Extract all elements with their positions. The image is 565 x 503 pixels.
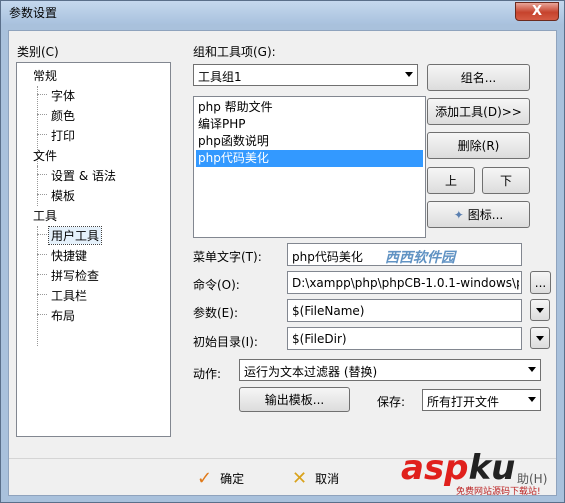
- args-input[interactable]: $(FileName): [287, 299, 522, 322]
- checkmark-icon: ✓: [197, 468, 213, 489]
- cancel-button[interactable]: ✕ 取消: [292, 468, 339, 489]
- tree-line: [37, 166, 38, 206]
- save-select[interactable]: 所有打开文件: [422, 389, 541, 411]
- wrench-icon: ✦: [453, 207, 464, 222]
- ok-button[interactable]: ✓ 确定: [197, 468, 244, 489]
- tree-item-shortcuts[interactable]: 快捷键: [49, 247, 89, 264]
- close-icon: X: [531, 4, 543, 19]
- tree-item-template[interactable]: 模板: [49, 187, 77, 204]
- group-name-button[interactable]: 组名...: [427, 64, 530, 91]
- list-item[interactable]: php 帮助文件: [196, 99, 423, 116]
- list-item[interactable]: php函数说明: [196, 133, 423, 150]
- watermark-aspku: aspku: [401, 449, 515, 487]
- action-select[interactable]: 运行为文本过滤器 (替换): [239, 359, 541, 381]
- icon-button-label: 图标...: [467, 208, 504, 222]
- close-button[interactable]: X: [515, 2, 559, 21]
- tree-line: [37, 294, 47, 295]
- ok-label: 确定: [220, 472, 245, 486]
- toolgroup-selected: 工具组1: [198, 70, 242, 84]
- chevron-down-icon: [536, 308, 544, 313]
- chevron-down-icon: [536, 336, 544, 341]
- toolgroup-label: 组和工具项(G):: [193, 45, 276, 59]
- tree-item-spellcheck[interactable]: 拼写检查: [49, 267, 101, 284]
- output-template-button[interactable]: 输出模板...: [239, 387, 350, 412]
- tree-item-syntax[interactable]: 设置 & 语法: [49, 167, 118, 184]
- tree-line: [37, 134, 47, 135]
- cancel-label: 取消: [315, 472, 340, 486]
- tree-item-color[interactable]: 颜色: [49, 107, 77, 124]
- args-dropdown-button[interactable]: [530, 299, 550, 321]
- toolgroup-select[interactable]: 工具组1: [193, 64, 418, 86]
- tree-item-file[interactable]: 文件: [31, 147, 59, 164]
- list-item[interactable]: 编译PHP: [196, 116, 423, 133]
- icon-button[interactable]: ✦ 图标...: [427, 201, 530, 228]
- command-input[interactable]: D:\xampp\php\phpCB-1.0.1-windows\p: [287, 271, 522, 294]
- command-label: 命令(O):: [193, 278, 240, 292]
- action-label: 动作:: [193, 367, 222, 381]
- list-item[interactable]: php代码美化: [196, 150, 423, 167]
- cross-icon: ✕: [292, 468, 308, 489]
- browse-button[interactable]: ...: [530, 271, 551, 294]
- watermark-caption: 免费网站源码下载站!: [456, 487, 541, 497]
- delete-button[interactable]: 删除(R): [427, 132, 530, 159]
- save-label: 保存:: [377, 395, 406, 409]
- chevron-down-icon: [528, 397, 536, 402]
- tree-line: [37, 194, 47, 195]
- move-down-button[interactable]: 下: [482, 167, 530, 194]
- command-value: D:\xampp\php\phpCB-1.0.1-windows\p: [292, 276, 519, 290]
- tree-line: [37, 234, 47, 235]
- initdir-input[interactable]: $(FileDir): [287, 327, 522, 350]
- dialog-client-area: 类别(C) 常规 字体 颜色 打印 文件 设置 & 语法 模板 工具 用户工具: [8, 30, 557, 497]
- initdir-value: $(FileDir): [292, 332, 347, 346]
- category-label: 类别(C): [17, 45, 59, 59]
- args-value: $(FileName): [292, 304, 365, 318]
- add-tool-button[interactable]: 添加工具(D)>>: [427, 98, 530, 125]
- initdir-label: 初始目录(I):: [193, 335, 258, 349]
- tree-line: [37, 314, 47, 315]
- args-label: 参数(E):: [193, 306, 238, 320]
- move-up-button[interactable]: 上: [427, 167, 475, 194]
- tree-line: [37, 226, 38, 346]
- action-selected: 运行为文本过滤器 (替换): [244, 365, 378, 379]
- menu-text-label: 菜单文字(T):: [193, 250, 262, 264]
- window-title: 参数设置: [9, 6, 58, 20]
- tool-list[interactable]: php 帮助文件 编译PHP php函数说明 php代码美化: [193, 96, 426, 238]
- watermark-asp: asp: [401, 448, 469, 488]
- dialog-window: 参数设置 X 类别(C) 常规 字体 颜色 打印 文件 设置 & 语法 模板 工…: [0, 0, 565, 503]
- chevron-down-icon: [528, 367, 536, 372]
- tree-item-print[interactable]: 打印: [49, 127, 77, 144]
- tree-item-user-tools[interactable]: 用户工具: [47, 226, 103, 245]
- tree-line: [37, 174, 47, 175]
- tree-line: [37, 254, 47, 255]
- tree-line: [37, 94, 47, 95]
- tree-line: [37, 114, 47, 115]
- initdir-dropdown-button[interactable]: [530, 327, 550, 349]
- watermark-ku: ku: [468, 448, 516, 488]
- tree-item-tools[interactable]: 工具: [31, 207, 59, 224]
- tree-item-font[interactable]: 字体: [49, 87, 77, 104]
- tree-item-layout[interactable]: 布局: [49, 307, 77, 324]
- watermark-cnnd: 西西软件园: [385, 250, 455, 266]
- title-bar[interactable]: 参数设置 X: [1, 1, 564, 24]
- chevron-down-icon: [405, 72, 413, 77]
- save-selected: 所有打开文件: [427, 395, 500, 409]
- category-tree[interactable]: 常规 字体 颜色 打印 文件 设置 & 语法 模板 工具 用户工具 快捷键 拼写…: [16, 62, 171, 437]
- tree-item-toolbar[interactable]: 工具栏: [49, 287, 89, 304]
- tree-item-general[interactable]: 常规: [31, 67, 59, 84]
- tree-line: [37, 274, 47, 275]
